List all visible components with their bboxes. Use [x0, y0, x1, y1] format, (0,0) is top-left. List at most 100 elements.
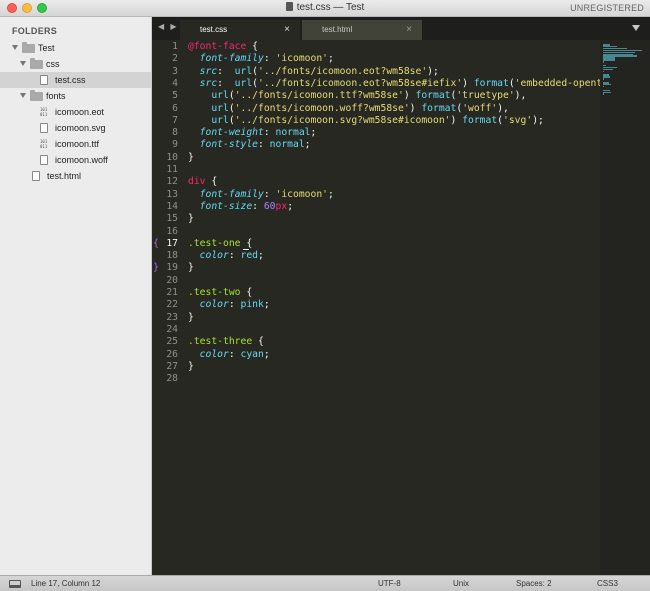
- code-line[interactable]: font-weight: normal;: [188, 127, 317, 139]
- cursor-caret: [242, 249, 249, 251]
- code-token: .test-two: [188, 287, 241, 298]
- tab-navigation-arrows[interactable]: ◀ ▶: [158, 22, 179, 31]
- disclosure-triangle-icon[interactable]: [20, 61, 26, 66]
- code-line[interactable]: color: cyan;: [188, 349, 270, 361]
- sidebar-item-icomoon-eot[interactable]: 101 011 icomoon.eot: [0, 104, 151, 120]
- code-token: {: [240, 287, 253, 298]
- bracket-match-marker: {: [153, 237, 160, 249]
- syntax-indicator[interactable]: CSS3: [597, 579, 618, 588]
- code-line[interactable]: src: url('../fonts/icomoon.eot?wm58se#ie…: [188, 78, 600, 90]
- code-token: .test-three: [188, 336, 253, 348]
- code-token: color: [199, 348, 229, 360]
- code-line[interactable]: }: [188, 152, 194, 164]
- sidebar-item-test-html[interactable]: test.html: [0, 168, 151, 184]
- code-token: ;: [263, 299, 270, 311]
- code-line[interactable]: url('../fonts/icomoon.ttf?wm58se') forma…: [188, 90, 526, 102]
- code-token: format: [415, 90, 451, 102]
- code-token: px: [275, 200, 288, 212]
- code-line[interactable]: }: [188, 213, 194, 225]
- code-token: '../fonts/icomoon.eot?wm58se#iefix': [258, 77, 463, 89]
- code-line[interactable]: div {: [188, 176, 217, 188]
- code-token: :: [228, 299, 241, 311]
- code-token: :: [258, 139, 270, 151]
- code-line[interactable]: .test-two {: [188, 287, 252, 299]
- minimap-line: [603, 61, 604, 63]
- line-number: 26: [166, 348, 178, 360]
- line-number: 21: [166, 287, 178, 298]
- line-number: 20: [166, 274, 178, 286]
- line-number: 5: [172, 90, 178, 102]
- disclosure-triangle-icon[interactable]: [12, 45, 18, 50]
- line-number: 14: [166, 200, 178, 212]
- code-token: '../fonts/icomoon.svg?wm58se#icomoon': [234, 114, 451, 126]
- minimap-line: [603, 70, 604, 73]
- code-line[interactable]: url('../fonts/icomoon.woff?wm58se') form…: [188, 103, 509, 115]
- code-line[interactable]: font-family: 'icomoon';: [188, 53, 334, 65]
- code-token: ;: [287, 200, 294, 212]
- code-line[interactable]: .test-three {: [188, 336, 264, 348]
- tab-test-html[interactable]: test.html ×: [302, 20, 422, 40]
- tab-close-icon[interactable]: ×: [406, 20, 412, 40]
- code-token: 'svg': [503, 114, 533, 126]
- code-line[interactable]: }: [188, 361, 194, 373]
- code-token: '../fonts/icomoon.eot?wm58se': [258, 65, 428, 77]
- code-line[interactable]: font-family: 'icomoon';: [188, 189, 334, 201]
- code-line[interactable]: color: red;: [188, 250, 264, 262]
- code-line[interactable]: }: [188, 312, 194, 324]
- code-token: cyan: [240, 348, 264, 360]
- line-number: 2: [172, 53, 178, 65]
- disclosure-triangle-icon[interactable]: [20, 93, 26, 98]
- tab-menu-chevron-down-icon[interactable]: [632, 25, 640, 31]
- code-token: }: [188, 213, 194, 225]
- code-editor[interactable]: 1 2 3 4 5 6 7 8 9 10 11 12 13 14 15 16 17 18 19 20 21 22 23 24 2…: [152, 40, 650, 575]
- line-number-gutter: 1 2 3 4 5 6 7 8 9 10 11 12 13 14 15 16 17 18 19 20 21 22 23 24 2…: [152, 40, 182, 575]
- code-line[interactable]: color: pink;: [188, 299, 270, 311]
- line-number: 8: [172, 127, 178, 139]
- sidebar-item-test-css[interactable]: test.css: [0, 72, 151, 88]
- sidebar-item-icomoon-ttf[interactable]: 101 011 icomoon.ttf: [0, 136, 151, 152]
- folder-icon: [30, 58, 43, 69]
- code-line[interactable]: url('../fonts/icomoon.svg?wm58se#icomoon…: [188, 115, 544, 127]
- code-area[interactable]: @font-face { font-family: 'icomoon'; src…: [188, 40, 600, 575]
- sidebar-item-test-folder[interactable]: Test: [0, 40, 151, 56]
- code-token: format: [462, 114, 498, 126]
- line-endings-indicator[interactable]: Unix: [453, 579, 469, 588]
- code-line[interactable]: }: [188, 262, 194, 274]
- code-token: {: [246, 41, 258, 52]
- minimap-line: [603, 78, 604, 80]
- code-token: color: [199, 250, 229, 262]
- code-token: format: [421, 102, 457, 114]
- sidebar-item-icomoon-svg[interactable]: icomoon.svg: [0, 120, 151, 136]
- tab-bar: ◀ ▶ test.css × test.html ×: [152, 17, 650, 40]
- code-token: ;: [263, 348, 270, 360]
- tab-close-icon[interactable]: ×: [284, 20, 290, 40]
- line-number: 13: [166, 188, 178, 200]
- line-number: 3: [172, 65, 178, 77]
- code-token: ),: [497, 102, 509, 114]
- sidebar-item-css-folder[interactable]: css: [0, 56, 151, 72]
- tab-test-css[interactable]: test.css ×: [180, 20, 300, 40]
- line-number: 6: [172, 102, 178, 114]
- code-token: );: [532, 114, 544, 126]
- code-line[interactable]: @font-face {: [188, 41, 258, 53]
- indentation-indicator[interactable]: Spaces: 2: [516, 579, 552, 588]
- code-token: '../fonts/icomoon.ttf?wm58se': [234, 90, 404, 102]
- minimap[interactable]: [600, 40, 650, 575]
- sidebar-item-label: icomoon.ttf: [55, 139, 100, 149]
- panel-toggle-icon[interactable]: [9, 580, 21, 588]
- code-token: '../fonts/icomoon.woff?wm58se': [234, 102, 410, 114]
- sidebar-item-icomoon-woff[interactable]: icomoon.woff: [0, 152, 151, 168]
- code-token: :: [263, 53, 276, 65]
- code-token: src: [199, 77, 218, 89]
- code-line[interactable]: font-size: 60px;: [188, 201, 293, 213]
- encoding-indicator[interactable]: UTF-8: [378, 579, 401, 588]
- code-line[interactable]: font-style: normal;: [188, 139, 311, 151]
- code-token: url: [211, 102, 229, 114]
- code-line[interactable]: src: url('../fonts/icomoon.eot?wm58se');: [188, 66, 439, 78]
- sidebar-item-fonts-folder[interactable]: fonts: [0, 88, 151, 104]
